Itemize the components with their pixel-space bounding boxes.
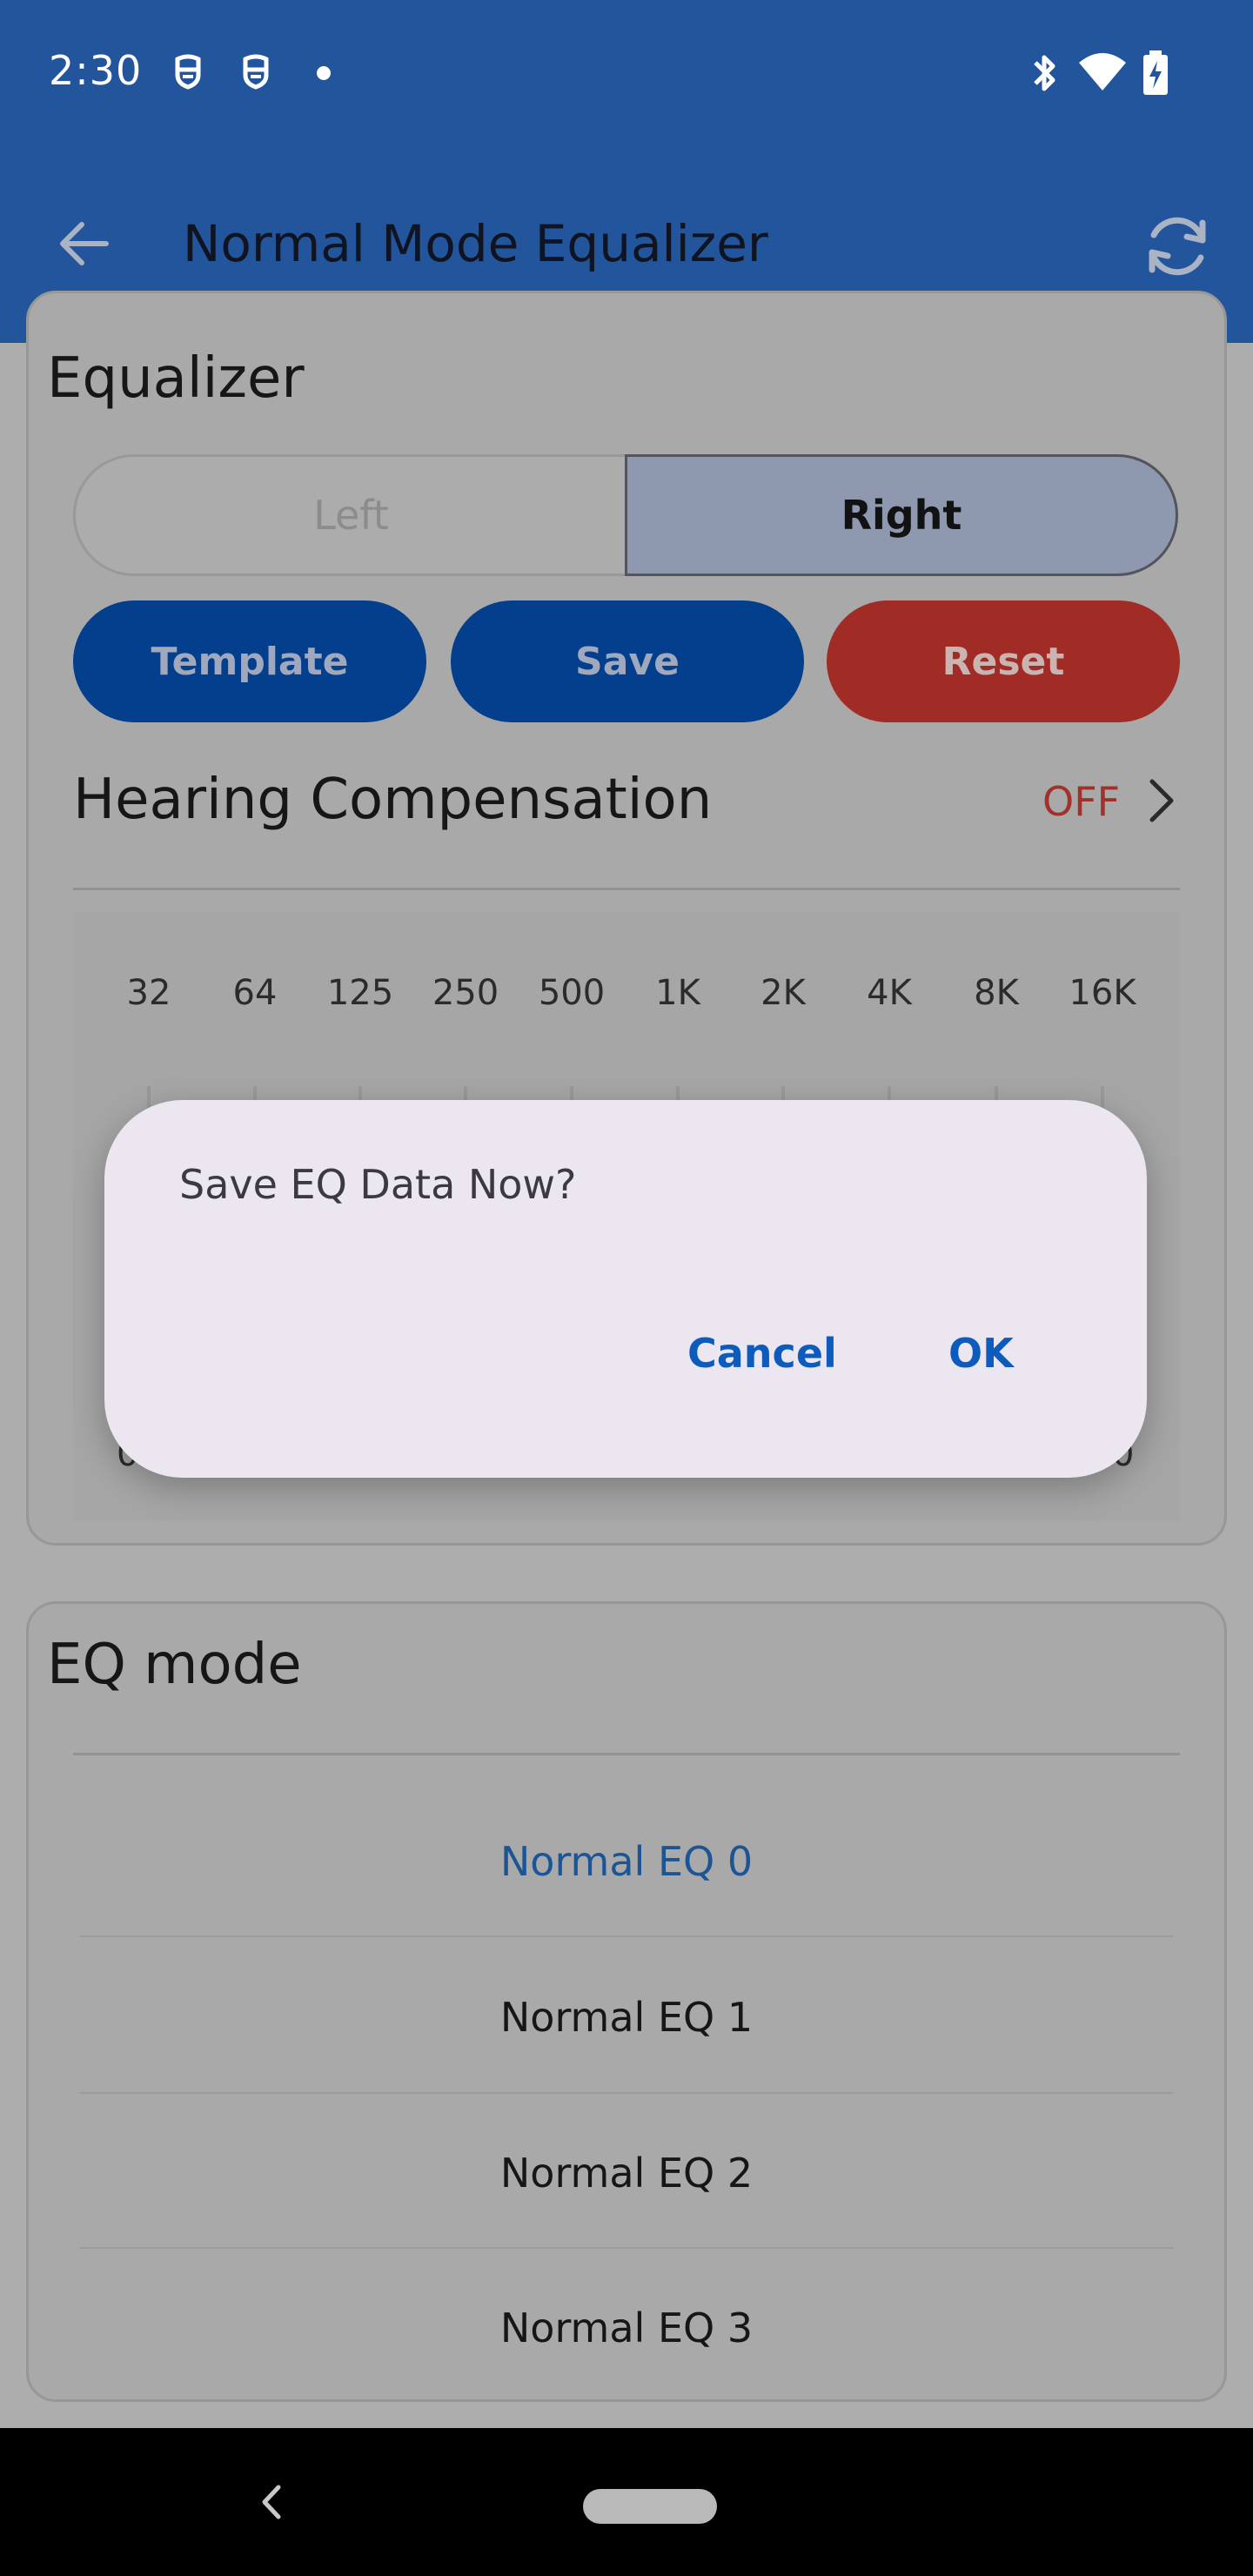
channel-right-tab[interactable]: Right [625,454,1178,576]
section-divider [73,888,1180,890]
back-arrow-icon[interactable] [56,216,111,272]
status-bar: 2:30 [0,0,1253,146]
notification-icon [243,54,269,90]
template-button[interactable]: Template [73,600,426,722]
list-separator [80,1935,1173,1937]
save-eq-dialog: Save EQ Data Now? Cancel OK [104,1100,1147,1478]
freq-label: 64 [232,973,278,1013]
equalizer-title: Equalizer [47,346,305,411]
freq-label: 32 [126,973,171,1013]
freq-label: 8K [974,973,1019,1013]
freq-label: 2K [761,973,806,1013]
notification-dot-icon [317,66,331,80]
eq-mode-item-2[interactable]: Normal EQ 2 [80,2096,1173,2251]
wifi-icon [1079,53,1126,91]
refresh-icon[interactable] [1140,209,1215,284]
dialog-ok-button[interactable]: OK [948,1330,1014,1377]
nav-back-icon[interactable] [254,2479,289,2526]
bluetooth-icon [1034,55,1055,91]
freq-label: 16K [1069,973,1136,1013]
eq-mode-item-0[interactable]: Normal EQ 0 [80,1784,1173,1939]
screen: 2:30 Normal Mode Equalizer Equalizer Lef… [0,0,1253,2576]
freq-label: 500 [538,973,606,1013]
eq-mode-title: EQ mode [47,1633,302,1697]
nav-home-handle[interactable] [583,2489,717,2524]
chevron-right-icon[interactable] [1142,776,1180,825]
list-separator [80,2092,1173,2094]
channel-left-tab[interactable]: Left [73,454,626,576]
freq-label: 250 [432,973,499,1013]
freq-label: 4K [867,973,912,1013]
eq-mode-item-3[interactable]: Normal EQ 3 [80,2251,1173,2405]
hearing-compensation-status[interactable]: OFF [1042,778,1120,825]
status-time: 2:30 [49,47,143,94]
freq-label: 1K [655,973,700,1013]
eq-mode-item-1[interactable]: Normal EQ 1 [80,1940,1173,2095]
list-separator [80,2247,1173,2249]
dialog-cancel-button[interactable]: Cancel [687,1330,837,1377]
section-divider [73,1753,1180,1755]
reset-button[interactable]: Reset [827,600,1180,722]
dialog-message: Save EQ Data Now? [179,1161,577,1208]
page-title: Normal Mode Equalizer [183,214,768,273]
battery-icon [1143,50,1168,95]
save-button[interactable]: Save [451,600,804,722]
notification-icon [175,54,201,90]
freq-label: 125 [326,973,394,1013]
hearing-compensation-label: Hearing Compensation [73,768,713,832]
